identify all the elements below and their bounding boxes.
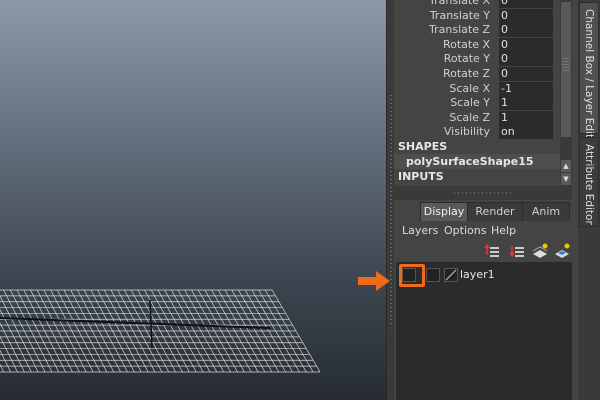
attribute-value-field[interactable]: 1 — [499, 110, 553, 125]
attribute-row[interactable]: Scale X -1 — [394, 81, 560, 96]
attribute-row[interactable]: Scale Y 1 — [394, 96, 560, 111]
attribute-value-field[interactable]: 1 — [499, 96, 553, 111]
tab-attribute-editor[interactable]: Attribute Editor — [579, 137, 599, 227]
attribute-label: Rotate Z — [442, 67, 490, 80]
callout-arrow-icon — [358, 271, 390, 291]
attribute-row[interactable]: Translate Y 0 — [394, 8, 560, 23]
attribute-value-field[interactable]: 0 — [499, 8, 553, 23]
attribute-label: Rotate Y — [443, 52, 490, 66]
attribute-value-field[interactable]: 0 — [499, 52, 553, 67]
scroll-up-icon[interactable]: ▲ — [561, 160, 571, 172]
menu-layers[interactable]: Layers — [402, 222, 438, 240]
viewport[interactable] — [0, 0, 386, 400]
attribute-label: Scale Y — [450, 96, 490, 110]
create-layer-from-selected-icon[interactable] — [554, 243, 570, 259]
attribute-row[interactable]: Rotate X 0 — [394, 37, 560, 52]
attribute-value-field[interactable]: on — [499, 125, 553, 140]
channel-box-layer-editor: Translate X 0 Translate Y 0 Translate Z 0 Rota… — [394, 0, 578, 400]
inputs-header: INPUTS — [398, 170, 444, 183]
menu-help[interactable]: Help — [491, 222, 516, 240]
side-tabs: Channel Box / Layer Editor Attribute Edi… — [578, 0, 600, 400]
highlight-box — [399, 264, 425, 287]
horizontal-splitter[interactable] — [394, 186, 572, 200]
attribute-label: Translate Z — [429, 23, 490, 37]
attribute-label: Rotate X — [442, 37, 490, 51]
attribute-label: Scale Z — [449, 110, 490, 124]
attribute-value-field[interactable]: -1 — [499, 81, 553, 96]
attribute-row[interactable]: Translate Z 0 — [394, 23, 560, 38]
attribute-row[interactable]: Rotate Y 0 — [394, 52, 560, 67]
attribute-row[interactable]: Rotate Z 0 — [394, 67, 560, 81]
attribute-value-field[interactable]: 0 — [499, 0, 553, 8]
layer-color-swatch-icon[interactable] — [444, 268, 458, 282]
ground-grid — [0, 289, 321, 373]
attribute-label: Scale X — [449, 81, 490, 95]
attribute-row[interactable]: Translate X 0 — [394, 0, 560, 8]
attribute-label: Translate Y — [429, 8, 490, 22]
create-empty-layer-icon[interactable] — [532, 243, 548, 259]
attribute-value-field[interactable]: 0 — [499, 37, 553, 52]
attribute-row[interactable]: Scale Z 1 — [394, 110, 560, 125]
attribute-label: Visibility — [443, 125, 490, 139]
channel-box-scrollbar[interactable]: ▲ ▼ — [560, 0, 572, 186]
menu-options[interactable]: Options — [444, 222, 486, 240]
attribute-row[interactable]: Visibility on — [394, 125, 560, 140]
tab-anim[interactable]: Anim — [522, 202, 570, 221]
layer-menu-bar: Layers Options Help — [394, 222, 572, 240]
side-tab-label: Attribute Editor — [583, 144, 595, 225]
scroll-down-icon[interactable]: ▼ — [561, 173, 571, 185]
shape-node[interactable]: polySurfaceShape15 — [394, 154, 560, 169]
channel-box: Translate X 0 Translate Y 0 Translate Z 0 Rota… — [394, 0, 560, 186]
move-selected-up-icon[interactable] — [484, 243, 500, 259]
side-tab-label: Channel Box / Layer Editor — [583, 9, 595, 149]
layer-display-type-toggle[interactable] — [426, 268, 440, 282]
tab-render[interactable]: Render — [467, 202, 523, 221]
tab-channel-box-layer-editor[interactable]: Channel Box / Layer Editor — [579, 2, 599, 149]
attribute-label: Translate X — [429, 0, 490, 7]
attribute-value-field[interactable]: 0 — [499, 23, 553, 38]
tab-display[interactable]: Display — [420, 202, 468, 221]
layer-toolbar — [394, 240, 572, 262]
attribute-value-field[interactable]: 0 — [499, 67, 553, 81]
shapes-header: SHAPES — [398, 140, 448, 153]
layer-name[interactable]: layer1 — [460, 266, 495, 284]
move-selected-down-icon[interactable] — [509, 243, 525, 259]
layer-editor-tabs: Display Render Anim — [394, 200, 572, 222]
